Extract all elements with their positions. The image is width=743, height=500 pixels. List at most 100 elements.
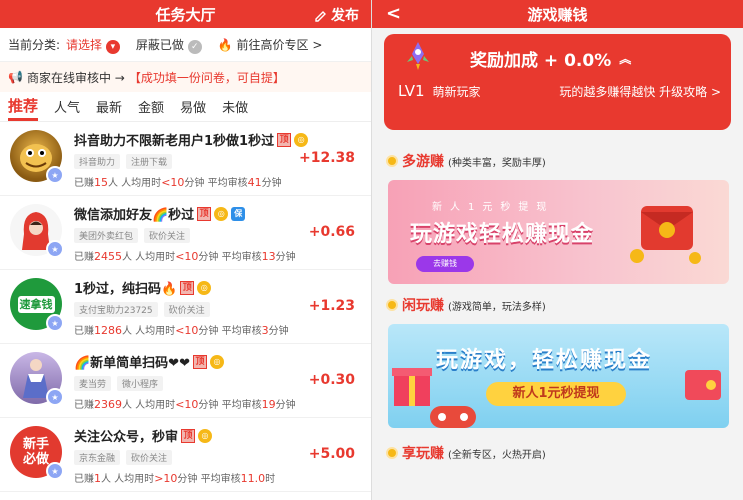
task-title: 微信添加好友🌈秒过	[74, 208, 195, 223]
go-earn-button[interactable]: 去赚钱	[416, 256, 474, 272]
task-chip: 注册下载	[126, 154, 173, 169]
back-button[interactable]: <	[386, 3, 401, 24]
avatar: ★	[10, 204, 64, 258]
task-hall-panel: 任务大厅 发布 当前分类: 请选择 ▾ 屏蔽已做 ✓ 🔥 前往高价专区 > 📢 …	[0, 0, 371, 500]
level-badge-icon: ★	[46, 240, 64, 258]
rocket-icon	[407, 42, 429, 70]
avatar: 新手必做 ★	[10, 426, 64, 480]
top-tag-icon: 顶	[197, 206, 212, 221]
coin-icon: ◎	[294, 132, 309, 147]
game-banner-duoyouzhuan[interactable]: 新人1元秒提现 玩游戏轻松赚现金 去赚钱	[388, 180, 729, 284]
top-tag-icon: 顶	[277, 132, 292, 147]
page-title: 游戏赚钱	[527, 5, 588, 24]
sort-tabs: 推荐 人气 最新 金额 易做 未做	[0, 92, 371, 122]
coin-icon: ◎	[198, 428, 213, 443]
notice-text: 商家在线审核中 →	[26, 70, 125, 85]
premium-zone-label: 前往高价专区 >	[236, 38, 323, 52]
task-row[interactable]: ★ 🌈新单简单扫码❤❤ 顶 ◎ 麦当劳 微小程序 已赚2369人 人均用时<10…	[0, 344, 371, 418]
level-name: 萌新玩家	[432, 84, 481, 99]
section-subtitle: (全新专区，火热开启)	[448, 449, 546, 461]
banner-small-text: 新人1元秒提现	[432, 202, 555, 213]
task-price: +5.00	[308, 446, 355, 462]
publish-button[interactable]: 发布	[314, 5, 359, 25]
game-banner-xianwanzhuan[interactable]: 玩游戏，轻松赚现金 新人1元秒提现	[388, 324, 729, 428]
category-select[interactable]: 请选择 ▾	[66, 36, 120, 54]
tab-easy[interactable]: 易做	[180, 97, 206, 121]
section-name: 闲玩赚	[402, 298, 444, 314]
guarantee-icon: 保	[231, 206, 246, 221]
game-earn-panel: < 游戏赚钱 奖励加成 + 0.0% ︽ LV1 萌新玩家 玩的越多赚得越快 升…	[372, 0, 743, 500]
coin-dot-icon	[386, 447, 398, 459]
tab-popular[interactable]: 人气	[54, 97, 80, 121]
task-title-row: 微信添加好友🌈秒过 顶 ◎ 保	[74, 204, 361, 223]
task-meta: 已赚1人 人均用时>10分钟 平均审核11.0时	[74, 472, 276, 485]
tab-amount[interactable]: 金额	[138, 97, 164, 121]
task-chip: 支付宝助力23725	[74, 302, 158, 317]
task-row[interactable]: 新手必做 ★ 关注公众号，秒审 顶 ◎ 京东金融 砍价关注 已赚1人 人均用时>…	[0, 418, 371, 492]
category-select-label: 请选择	[66, 37, 103, 52]
reward-bonus-label: 奖励加成 + 0.0%	[470, 51, 612, 71]
task-chip: 砍价关注	[126, 450, 173, 465]
section-name: 享玩赚	[402, 446, 444, 462]
task-price: +1.23	[308, 298, 355, 314]
edit-icon	[315, 10, 326, 22]
section-subtitle: (游戏简单，玩法多样)	[448, 301, 546, 313]
gamepad-icon	[430, 406, 476, 428]
task-chip: 京东金融	[74, 450, 121, 465]
task-title: 关注公众号，秒审	[74, 430, 179, 445]
task-meta: 已赚2369人 人均用时<10分钟 平均审核19分钟	[74, 398, 296, 411]
task-title: 抖音助力不限新老用户1秒做1秒过	[74, 134, 275, 149]
level-row: LV1 萌新玩家 玩的越多赚得越快 升级攻略 >	[398, 82, 721, 100]
avatar: 速拿钱 ★	[10, 278, 64, 332]
task-chip: 砍价关注	[144, 228, 191, 243]
publish-label: 发布	[331, 8, 359, 24]
wallet-icon	[685, 370, 721, 400]
task-price: +12.38	[298, 150, 355, 166]
section-subtitle: (种类丰富，奖励丰厚)	[448, 157, 546, 169]
upgrade-guide-link[interactable]: 玩的越多赚得越快 升级攻略 >	[559, 83, 721, 100]
top-tag-icon: 顶	[192, 354, 207, 369]
check-icon: ✓	[187, 39, 202, 54]
section-header: 闲玩赚 (游戏简单，玩法多样)	[372, 292, 743, 318]
level-badge-icon: ★	[46, 462, 64, 480]
tab-not-done[interactable]: 未做	[222, 97, 248, 121]
avatar: ★	[10, 352, 64, 406]
task-title-row: 🌈新单简单扫码❤❤ 顶 ◎	[74, 352, 361, 371]
level-badge-icon: ★	[46, 388, 64, 406]
task-chip: 麦当劳	[74, 376, 112, 391]
tab-recommend[interactable]: 推荐	[8, 95, 39, 121]
avatar-logo-text: 新手必做	[22, 437, 49, 467]
task-title-row: 1秒过，纯扫码🔥 顶 ◎	[74, 278, 361, 297]
filter-bar: 当前分类: 请选择 ▾ 屏蔽已做 ✓ 🔥 前往高价专区 >	[0, 28, 371, 62]
section-name: 多游赚	[402, 154, 444, 170]
premium-zone-link[interactable]: 🔥 前往高价专区 >	[218, 36, 323, 53]
task-title-row: 抖音助力不限新老用户1秒做1秒过 顶 ◎	[74, 130, 361, 149]
hide-done-label: 屏蔽已做	[135, 37, 184, 52]
section-header: 享玩赚 (全新专区，火热开启)	[372, 440, 743, 466]
tab-latest[interactable]: 最新	[96, 97, 122, 121]
coin-icon: ◎	[209, 354, 224, 369]
task-hall-titlebar: 任务大厅 发布	[0, 0, 371, 28]
reward-card: 奖励加成 + 0.0% ︽ LV1 萌新玩家 玩的越多赚得越快 升级攻略 >	[384, 34, 731, 130]
task-title: 🌈新单简单扫码❤❤	[74, 356, 190, 371]
fire-icon: 🔥	[217, 38, 233, 52]
reward-bonus: 奖励加成 + 0.0% ︽	[470, 46, 631, 71]
notice-highlight: 【成功填一份问卷，可自提】	[128, 70, 285, 85]
task-row[interactable]: ★ 抖音助力不限新老用户1秒做1秒过 顶 ◎ 抖音助力 注册下载 已赚15人 人…	[0, 122, 371, 196]
level-badge-icon: ★	[46, 166, 64, 184]
avatar: ★	[10, 130, 64, 184]
notice-bar[interactable]: 📢 商家在线审核中 → 【成功填一份问卷，可自提】	[0, 62, 371, 92]
avatar-logo-text: 速拿钱	[17, 295, 55, 313]
task-meta: 已赚15人 人均用时<10分钟 平均审核41分钟	[74, 176, 282, 189]
new-user-withdraw-pill[interactable]: 新人1元秒提现	[486, 382, 626, 406]
task-row[interactable]: 速拿钱 ★ 1秒过，纯扫码🔥 顶 ◎ 支付宝助力23725 砍价关注 已赚128…	[0, 270, 371, 344]
hide-done-toggle[interactable]: 屏蔽已做 ✓	[136, 36, 202, 54]
current-category-label: 当前分类:	[8, 38, 61, 52]
level-badge-icon: ★	[46, 314, 64, 332]
task-chip: 砍价关注	[163, 302, 210, 317]
page-title: 任务大厅	[155, 5, 216, 24]
task-row[interactable]: ★ 微信添加好友🌈秒过 顶 ◎ 保 美团外卖红包 砍价关注 已赚2455人 人均…	[0, 196, 371, 270]
chevron-up-double-icon: ︽	[619, 52, 632, 66]
coin-icon: ◎	[197, 280, 212, 295]
coin-dot-icon	[386, 299, 398, 311]
